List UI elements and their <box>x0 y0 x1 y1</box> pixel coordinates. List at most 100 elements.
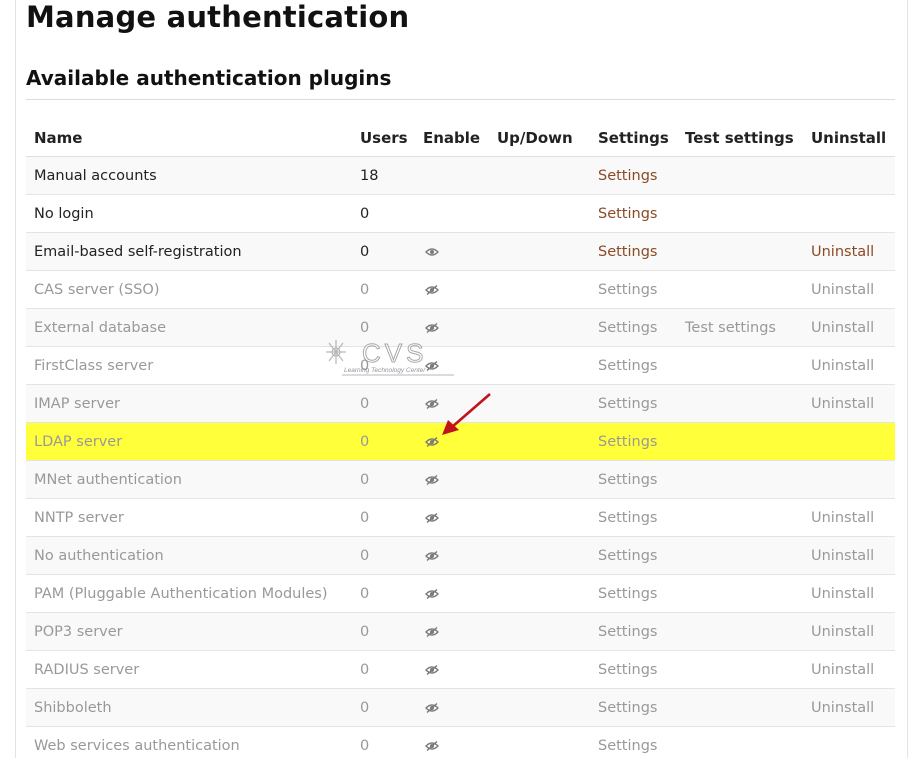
updown-cell <box>489 575 590 613</box>
eye-icon[interactable] <box>423 244 439 260</box>
col-header-updown: Up/Down <box>489 119 590 157</box>
settings-link[interactable]: Settings <box>590 613 677 651</box>
settings-link[interactable]: Settings <box>590 689 677 727</box>
plugin-users: 0 <box>352 727 415 764</box>
table-row: No authentication0 Settings Uninstall <box>26 537 895 575</box>
watermark-text: CVS <box>362 338 427 368</box>
settings-link[interactable]: Settings <box>590 271 677 309</box>
eye-slash-icon[interactable] <box>423 472 439 488</box>
settings-link[interactable]: Settings <box>590 423 677 461</box>
uninstall-link[interactable]: Uninstall <box>803 575 895 613</box>
eye-slash-icon[interactable] <box>423 624 439 640</box>
uninstall-link <box>803 157 895 195</box>
section-title: Available authentication plugins <box>26 66 391 90</box>
settings-link[interactable]: Settings <box>590 309 677 347</box>
plugin-name: Email-based self-registration <box>26 233 352 271</box>
updown-cell <box>489 651 590 689</box>
eye-slash-icon[interactable] <box>423 662 439 678</box>
enable-cell <box>415 689 489 727</box>
enable-cell <box>415 271 489 309</box>
test-settings-link <box>677 233 803 271</box>
col-header-enable: Enable <box>415 119 489 157</box>
test-settings-link <box>677 613 803 651</box>
updown-cell <box>489 195 590 233</box>
plugin-name: Web services authentication <box>26 727 352 764</box>
plugin-users: 0 <box>352 271 415 309</box>
updown-cell <box>489 233 590 271</box>
uninstall-link[interactable]: Uninstall <box>803 613 895 651</box>
plugin-name: No login <box>26 195 352 233</box>
uninstall-link <box>803 195 895 233</box>
plugin-users: 0 <box>352 575 415 613</box>
col-header-test-settings: Test settings <box>677 119 803 157</box>
eye-slash-icon[interactable] <box>423 396 439 412</box>
plugin-users: 0 <box>352 537 415 575</box>
table-row: PAM (Pluggable Authentication Modules)0 S… <box>26 575 895 613</box>
test-settings-link <box>677 347 803 385</box>
section-divider <box>26 99 895 100</box>
plugin-users: 0 <box>352 423 415 461</box>
plugin-name: PAM (Pluggable Authentication Modules) <box>26 575 352 613</box>
uninstall-link <box>803 727 895 764</box>
uninstall-link <box>803 461 895 499</box>
settings-link[interactable]: Settings <box>590 499 677 537</box>
updown-cell <box>489 347 590 385</box>
plugin-name: Shibboleth <box>26 689 352 727</box>
plugin-users: 0 <box>352 385 415 423</box>
updown-cell <box>489 271 590 309</box>
settings-link[interactable]: Settings <box>590 347 677 385</box>
test-settings-link <box>677 385 803 423</box>
updown-cell <box>489 423 590 461</box>
eye-slash-icon[interactable] <box>423 510 439 526</box>
settings-link[interactable]: Settings <box>590 157 677 195</box>
settings-link[interactable]: Settings <box>590 233 677 271</box>
settings-link[interactable]: Settings <box>590 195 677 233</box>
enable-cell <box>415 157 489 195</box>
table-row: Manual accounts18Settings <box>26 157 895 195</box>
test-settings-link <box>677 461 803 499</box>
uninstall-link[interactable]: Uninstall <box>803 651 895 689</box>
table-row: Web services authentication0 Settings <box>26 727 895 764</box>
updown-cell <box>489 537 590 575</box>
plugin-name: External database <box>26 309 352 347</box>
plugin-users: 0 <box>352 689 415 727</box>
uninstall-link <box>803 423 895 461</box>
watermark-subtext: Learning Technology Center <box>344 367 426 374</box>
test-settings-link <box>677 651 803 689</box>
eye-slash-icon[interactable] <box>423 548 439 564</box>
auth-plugins-table: Name Users Enable Up/Down Settings Test … <box>26 119 895 764</box>
plugin-users: 0 <box>352 461 415 499</box>
settings-link[interactable]: Settings <box>590 727 677 764</box>
uninstall-link[interactable]: Uninstall <box>803 271 895 309</box>
uninstall-link[interactable]: Uninstall <box>803 385 895 423</box>
test-settings-link <box>677 499 803 537</box>
test-settings-link[interactable]: Test settings <box>677 309 803 347</box>
updown-cell <box>489 157 590 195</box>
settings-link[interactable]: Settings <box>590 537 677 575</box>
uninstall-link[interactable]: Uninstall <box>803 689 895 727</box>
uninstall-link[interactable]: Uninstall <box>803 309 895 347</box>
plugin-users: 0 <box>352 195 415 233</box>
uninstall-link[interactable]: Uninstall <box>803 233 895 271</box>
eye-slash-icon[interactable] <box>423 700 439 716</box>
plugin-name: CAS server (SSO) <box>26 271 352 309</box>
eye-slash-icon[interactable] <box>423 282 439 298</box>
eye-slash-icon[interactable] <box>423 434 439 450</box>
enable-cell <box>415 575 489 613</box>
plugin-users: 0 <box>352 651 415 689</box>
col-header-users: Users <box>352 119 415 157</box>
uninstall-link[interactable]: Uninstall <box>803 347 895 385</box>
settings-link[interactable]: Settings <box>590 385 677 423</box>
eye-slash-icon[interactable] <box>423 738 439 754</box>
settings-link[interactable]: Settings <box>590 461 677 499</box>
uninstall-link[interactable]: Uninstall <box>803 537 895 575</box>
red-arrow-annotation <box>440 390 496 436</box>
updown-cell <box>489 689 590 727</box>
col-header-uninstall: Uninstall <box>803 119 895 157</box>
eye-slash-icon[interactable] <box>423 586 439 602</box>
uninstall-link[interactable]: Uninstall <box>803 499 895 537</box>
settings-link[interactable]: Settings <box>590 651 677 689</box>
plugin-name: No authentication <box>26 537 352 575</box>
settings-link[interactable]: Settings <box>590 575 677 613</box>
col-header-name: Name <box>26 119 352 157</box>
